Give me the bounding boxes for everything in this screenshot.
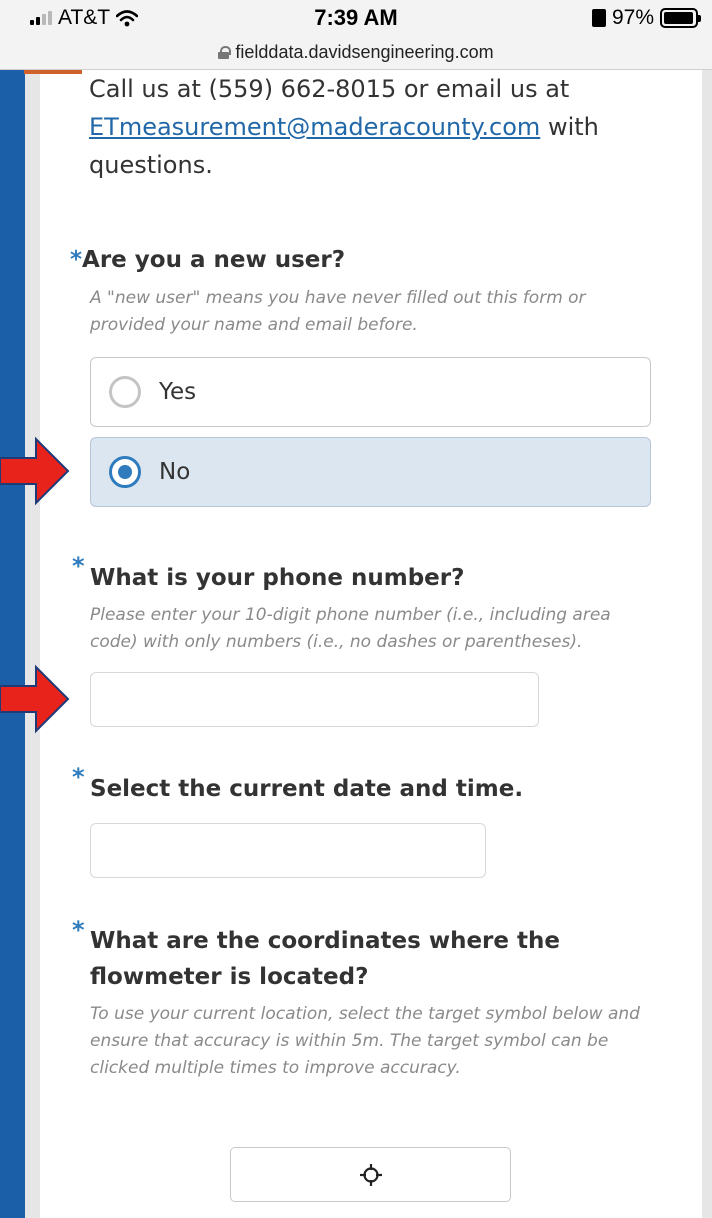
question-help-coordinates: To use your current location, select the…: [90, 1004, 640, 1078]
address-bar[interactable]: fielddata.davidsengineering.com: [0, 36, 712, 70]
question-help: A "new user" means you have never filled…: [90, 288, 586, 335]
required-asterisk: *: [72, 763, 85, 791]
orange-accent-bar: [24, 70, 82, 74]
red-arrow-icon: [0, 436, 70, 506]
contact-intro: Call us at (559) 662-8015 or email us at…: [89, 70, 689, 184]
intro-text: Call us at (559) 662-8015 or email us at: [89, 75, 570, 103]
radio-unselected-icon: [109, 376, 141, 408]
radio-option-yes[interactable]: Yes: [90, 357, 651, 427]
required-asterisk: *: [72, 552, 85, 580]
left-brand-strip: [0, 70, 25, 1218]
option-label: No: [159, 459, 191, 485]
radio-option-no[interactable]: No: [90, 437, 651, 507]
right-gutter: [702, 70, 712, 1218]
battery-percent: 97%: [611, 6, 654, 29]
battery-icon: [660, 8, 701, 28]
email-link[interactable]: ETmeasurement@maderacounty.com: [89, 113, 540, 141]
datetime-input[interactable]: [90, 823, 486, 878]
crosshair-target-icon: [359, 1163, 382, 1186]
battery-status: 97%: [591, 6, 701, 30]
url-text: fielddata.davidsengineering.com: [235, 42, 494, 62]
question-new-user: *Are you a new user?: [70, 242, 345, 278]
orientation-lock-icon: [591, 9, 606, 27]
question-help-phone: Please enter your 10-digit phone number …: [90, 605, 611, 652]
status-bar: AT&T 7:39 AM 97%: [0, 0, 712, 36]
lock-icon: [218, 46, 232, 59]
question-title-coordinates: What are the coordinates where the flowm…: [90, 928, 560, 990]
radio-selected-icon: [109, 456, 141, 488]
question-title-datetime: Select the current date and time.: [90, 776, 524, 802]
required-asterisk: *: [72, 916, 85, 944]
left-gutter: [25, 70, 40, 1218]
question-title-phone: What is your phone number?: [90, 565, 465, 591]
question-title: Are you a new user?: [82, 247, 346, 273]
required-asterisk: *: [70, 247, 83, 273]
get-location-button[interactable]: [230, 1147, 511, 1202]
red-arrow-icon: [0, 664, 70, 734]
option-label: Yes: [159, 379, 197, 405]
phone-input[interactable]: [90, 672, 539, 727]
